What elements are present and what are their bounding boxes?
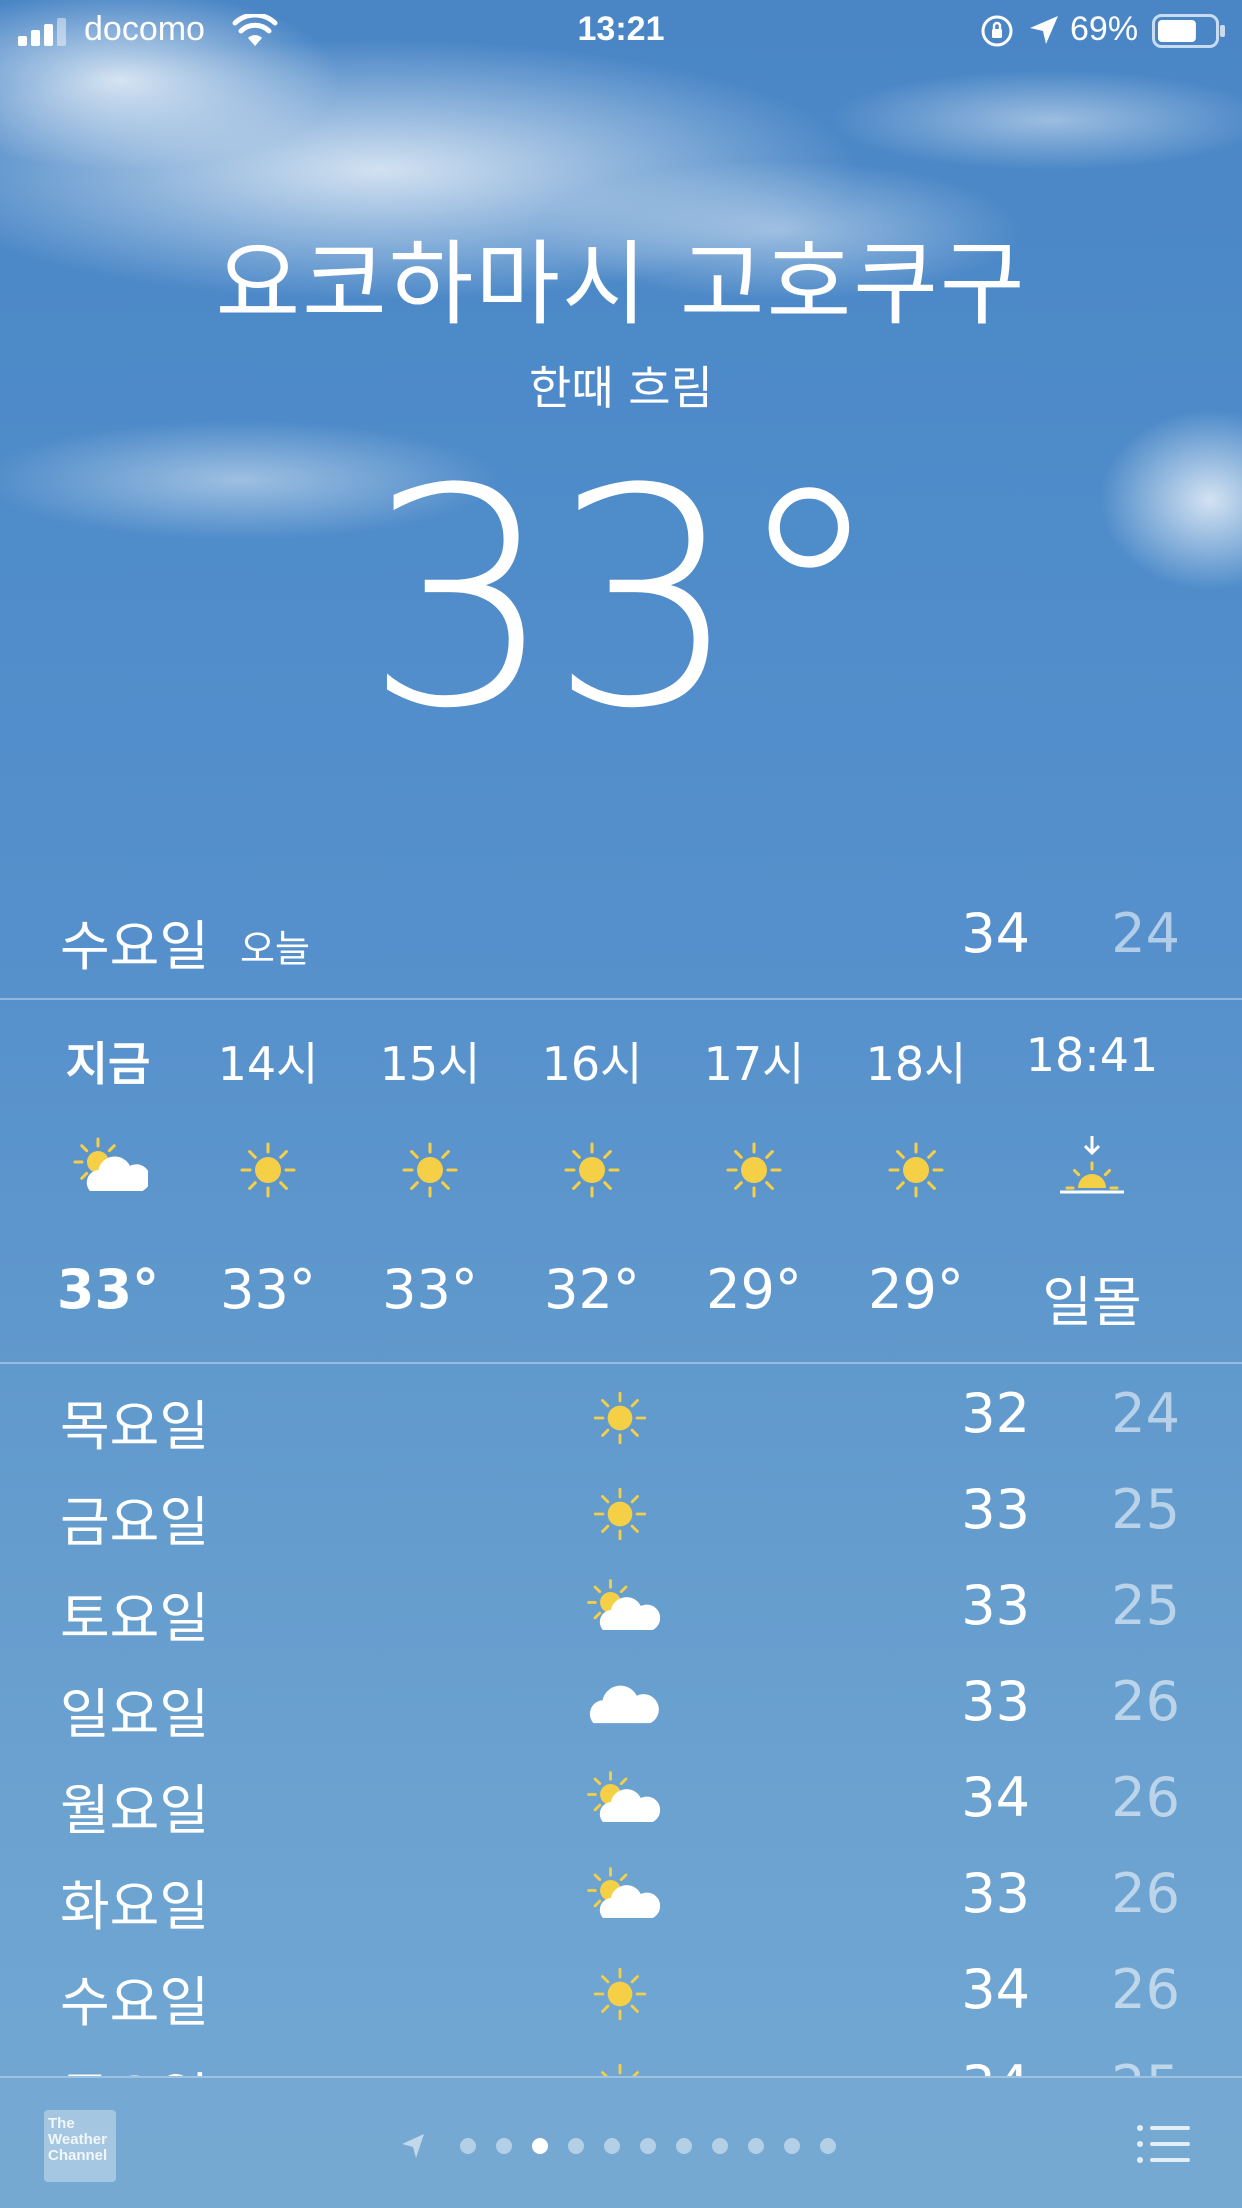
hour-temperature: 33° <box>220 1258 316 1321</box>
hour-temperature: 2 <box>1176 1258 1242 1321</box>
divider <box>0 1362 1242 1364</box>
weather-channel-logo[interactable]: The Weather Channel <box>44 2110 116 2182</box>
partly-cloudy-icon <box>580 1764 661 1840</box>
hour-temperature: 29° <box>868 1258 964 1321</box>
page-dot <box>460 2138 476 2154</box>
page-dot <box>712 2138 728 2154</box>
today-summary-row: 수요일 오늘 34 24 <box>0 880 1242 1000</box>
daily-row: 금요일 33 25 <box>0 1466 1242 1562</box>
sun-icon <box>580 2052 660 2076</box>
daily-row: 토요일 33 25 <box>0 1562 1242 1658</box>
sun-icon <box>580 1380 660 1456</box>
daily-low: 26 <box>1111 1766 1180 1829</box>
hour-label: 18시 <box>865 1037 967 1091</box>
daily-day: 화요일 <box>60 1875 210 1938</box>
cloud-icon <box>580 1668 660 1744</box>
daily-low: 25 <box>1111 1478 1180 1541</box>
partly-cloudy-icon <box>580 1572 661 1648</box>
sun-icon <box>228 1130 308 1210</box>
page-indicator[interactable] <box>400 2118 860 2178</box>
battery-percent: 69% <box>1070 10 1139 48</box>
partly-cloudy-icon <box>580 1860 661 1936</box>
page-dot <box>604 2138 620 2154</box>
daily-row: 목요일 34 25 <box>0 2042 1242 2076</box>
location-arrow-icon <box>1030 16 1058 44</box>
sun-icon <box>552 1130 632 1210</box>
daily-low: 26 <box>1111 1862 1180 1925</box>
today-day-label: 수요일 <box>60 915 210 978</box>
daily-high: 33 <box>961 1574 1030 1637</box>
daily-low: 26 <box>1111 1958 1180 2021</box>
daily-high: 34 <box>961 1958 1030 2021</box>
daily-day: 목요일 <box>60 1395 210 1458</box>
hour-label: 17시 <box>703 1037 805 1091</box>
hour-label: 지금 <box>65 1037 151 1091</box>
daily-high: 32 <box>961 1382 1030 1445</box>
hour-label: 18:41 <box>1025 1028 1159 1082</box>
page-dot <box>640 2138 656 2154</box>
daily-high: 34 <box>961 1766 1030 1829</box>
hourly-forecast-strip[interactable]: 지금 33° 14시 33° 15시 33° 16시 32° 17시 29° 18시 29° 18:41… <box>0 1000 1242 1360</box>
hour-label: 15시 <box>379 1037 481 1091</box>
daily-row: 월요일 34 26 <box>0 1754 1242 1850</box>
daily-row: 목요일 32 24 <box>0 1370 1242 1466</box>
daily-low: 26 <box>1111 1670 1180 1733</box>
page-dot <box>748 2138 764 2154</box>
current-temperature: 33° <box>364 425 884 774</box>
hour-label: 1 <box>1176 1028 1242 1082</box>
daily-high: 33 <box>961 1478 1030 1541</box>
sun-icon <box>714 1130 794 1210</box>
daily-high: 34 <box>900 2054 1030 2076</box>
page-dot <box>784 2138 800 2154</box>
bottom-toolbar: The Weather Channel <box>0 2076 1242 2208</box>
daily-day: 목요일 <box>60 2054 209 2076</box>
page-dot <box>676 2138 692 2154</box>
hour-temperature: 32° <box>544 1258 640 1321</box>
daily-day: 수요일 <box>60 1971 210 2034</box>
sun-icon <box>580 1956 660 2032</box>
location-header: 요코하마시 고호쿠구 한때 흐림 <box>0 230 1242 418</box>
daily-low: 25 <box>1111 1574 1180 1637</box>
sun-icon <box>876 1130 956 1210</box>
hour-temperature: 29° <box>706 1258 802 1321</box>
page-dot <box>496 2138 512 2154</box>
daily-day: 월요일 <box>60 1779 210 1842</box>
city-name: 요코하마시 고호쿠구 <box>215 231 1027 338</box>
today-badge: 오늘 <box>240 927 310 971</box>
page-dot <box>532 2138 548 2154</box>
battery-icon <box>1152 14 1225 48</box>
hour-label: 16시 <box>541 1037 643 1091</box>
daily-row: 일요일 33 26 <box>0 1658 1242 1754</box>
hour-temperature: 일몰 <box>1042 1271 1142 1334</box>
daily-low: 25 <box>1050 2054 1180 2076</box>
daily-forecast-list[interactable]: 목요일 32 24 금요일 33 25 토요일 33 25 일요일 33 26 월요일 34 26 화요일 33… <box>0 1370 1242 2076</box>
list-icon[interactable] <box>1136 2122 1190 2166</box>
daily-high: 33 <box>961 1862 1030 1925</box>
daily-row: 수요일 34 26 <box>0 1946 1242 2042</box>
sunset-icon <box>1052 1130 1132 1210</box>
location-page-arrow <box>402 2134 424 2158</box>
daily-day: 금요일 <box>60 1491 210 1554</box>
hour-temperature: 33° <box>382 1258 478 1321</box>
today-high: 34 <box>961 902 1030 965</box>
daily-high: 33 <box>961 1670 1030 1733</box>
today-low: 24 <box>1111 902 1180 965</box>
daily-row: 화요일 33 26 <box>0 1850 1242 1946</box>
hour-temperature: 33° <box>56 1258 160 1321</box>
sun-icon <box>580 1476 660 1552</box>
hour-label: 14시 <box>217 1037 319 1091</box>
weather-condition: 한때 흐림 <box>529 361 713 415</box>
sun-icon <box>390 1130 470 1210</box>
daily-day: 토요일 <box>60 1587 210 1650</box>
daily-low: 24 <box>1111 1382 1180 1445</box>
status-bar: docomo 13:21 69% <box>0 0 1242 62</box>
orientation-lock-icon <box>981 15 1013 47</box>
daily-day: 일요일 <box>60 1683 210 1746</box>
page-dot <box>820 2138 836 2154</box>
partly-cloudy-icon <box>68 1130 151 1210</box>
page-dot <box>568 2138 584 2154</box>
